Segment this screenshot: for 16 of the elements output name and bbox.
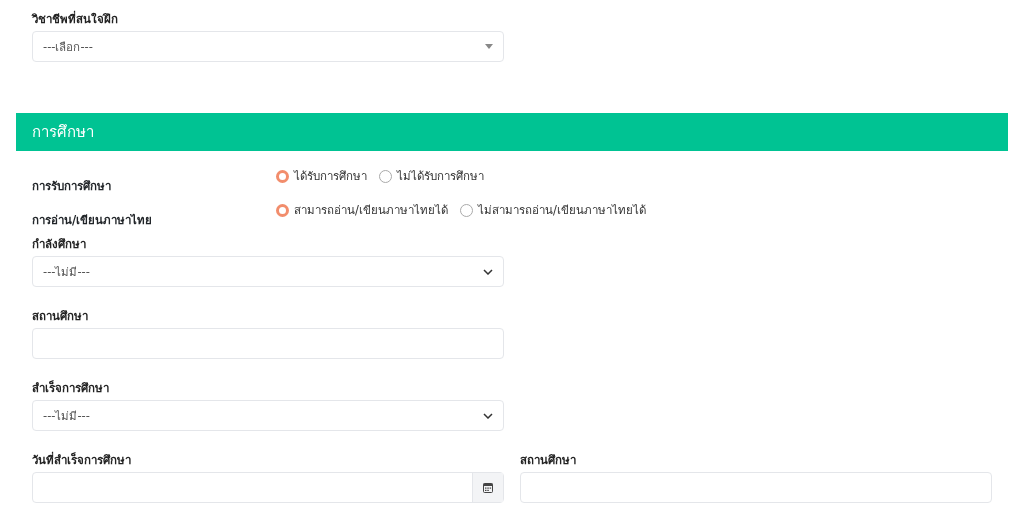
select-field[interactable]: ---เลือก--- — [32, 31, 504, 62]
radio-option[interactable]: สามารถอ่าน/เขียนภาษาไทยได้ — [276, 201, 448, 219]
field-label: การรับการศึกษา — [32, 178, 112, 195]
field-label: สำเร็จการศึกษา — [32, 379, 110, 397]
field-label: การอ่าน/เขียนภาษาไทย — [32, 212, 154, 229]
select-field[interactable]: ---ไม่มี--- — [32, 400, 504, 431]
radio-option[interactable]: ไม่ได้รับการศึกษา — [379, 167, 484, 185]
radio-option[interactable]: ไม่สามารถอ่าน/เขียนภาษาไทยได้ — [459, 201, 646, 219]
field-label: วิชาชีพที่สนใจฝึก — [32, 10, 119, 28]
field-label: กำลังศึกษา — [32, 236, 87, 253]
field-label: สถานศึกษา — [32, 308, 89, 325]
select-field[interactable]: ---ไม่มี--- — [32, 256, 504, 287]
section-header: การศึกษา — [16, 113, 1008, 151]
field-label: สถานศึกษา — [520, 452, 577, 469]
field-label: วันที่สำเร็จการศึกษา — [32, 451, 132, 469]
radio-option[interactable]: ได้รับการศึกษา — [276, 167, 367, 185]
